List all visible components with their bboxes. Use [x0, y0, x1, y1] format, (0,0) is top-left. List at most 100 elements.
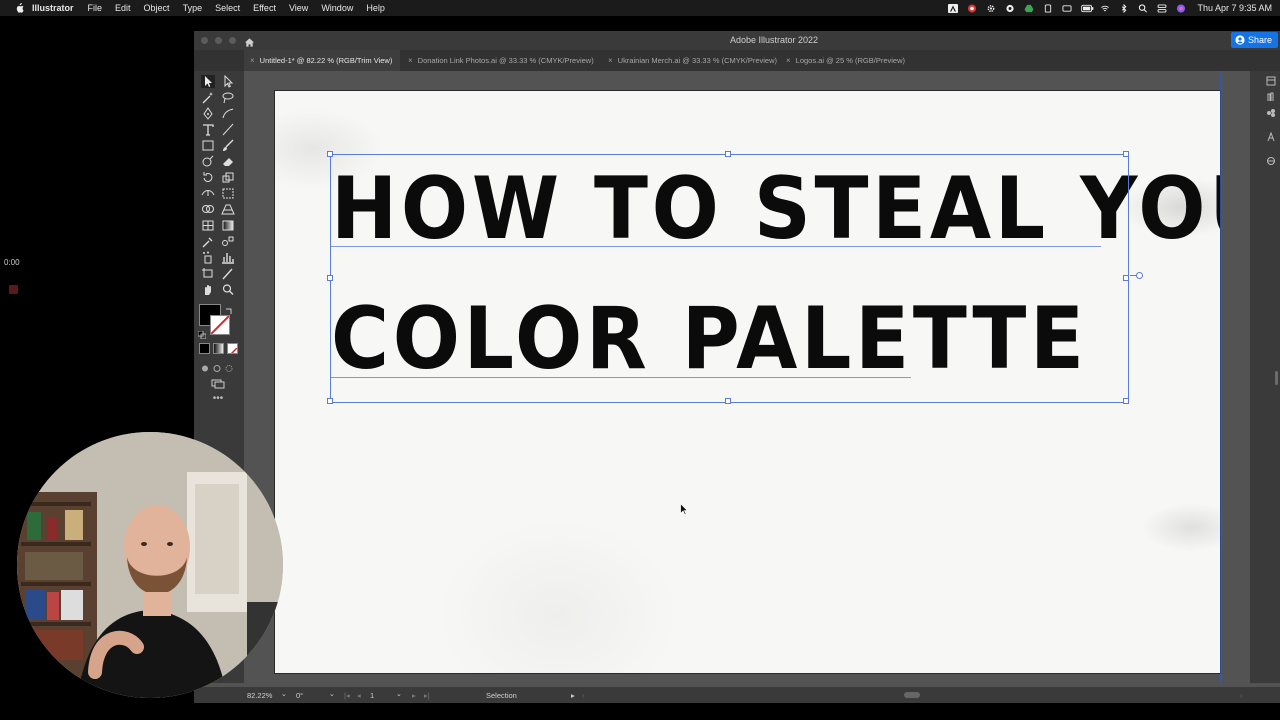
type-tool-icon[interactable] [201, 123, 215, 136]
tab-ukrainian-merch[interactable]: × Ukrainian Merch.ai @ 33.33 % (CMYK/Pre… [602, 50, 782, 71]
bbox-handle-bottom-center[interactable] [725, 398, 731, 404]
tab-close-icon[interactable]: × [786, 56, 791, 65]
line-segment-tool-icon[interactable] [221, 123, 235, 136]
eyedropper-tool-icon[interactable] [201, 235, 215, 248]
artboard-tool-icon[interactable] [201, 267, 215, 280]
menu-clock[interactable]: Thu Apr 7 9:35 AM [1197, 3, 1272, 13]
recording-icon[interactable] [967, 3, 977, 13]
title-bar[interactable]: Adobe Illustrator 2022 Share [194, 31, 1280, 50]
perspective-grid-tool-icon[interactable] [221, 203, 235, 216]
tab-close-icon[interactable]: × [408, 56, 413, 65]
search-icon[interactable] [1138, 3, 1148, 13]
menu-view[interactable]: View [289, 3, 308, 13]
hand-tool-icon[interactable] [201, 283, 215, 296]
character-panel-icon[interactable] [1266, 129, 1276, 142]
shape-builder-tool-icon[interactable] [201, 203, 215, 216]
menu-select[interactable]: Select [215, 3, 240, 13]
bbox-handle-bottom-left[interactable] [327, 398, 333, 404]
width-tool-icon[interactable] [201, 187, 215, 200]
bluetooth-icon[interactable] [1119, 3, 1129, 13]
tab-close-icon[interactable]: × [250, 56, 255, 65]
default-fill-stroke-icon[interactable] [197, 326, 207, 340]
tab-untitled-1[interactable]: × Untitled-1* @ 82.22 % (RGB/Trim View) [244, 50, 400, 71]
text-threading-handle[interactable] [1136, 272, 1143, 279]
gradient-tool-icon[interactable] [221, 219, 235, 232]
rotation-field[interactable]: 0° [296, 691, 303, 700]
magic-wand-tool-icon[interactable] [201, 91, 215, 104]
menu-help[interactable]: Help [366, 3, 385, 13]
slice-tool-icon[interactable] [221, 267, 235, 280]
next-artboard-icon[interactable]: ▸ [412, 691, 416, 700]
zoom-level-field[interactable]: 82.22% [247, 691, 272, 700]
artboard[interactable]: HOW TO STEAL YOUR COLOR PALETTE [274, 90, 1221, 674]
menu-edit[interactable]: Edit [115, 3, 131, 13]
wifi-icon[interactable] [1100, 4, 1110, 13]
menu-effect[interactable]: Effect [253, 3, 276, 13]
menu-app-name[interactable]: Illustrator [32, 3, 74, 13]
rectangle-tool-icon[interactable] [201, 139, 215, 152]
artboard-number-field[interactable]: 1 [370, 691, 374, 700]
horizontal-scroll-left-icon[interactable]: ‹ [582, 691, 585, 700]
bbox-handle-middle-right[interactable] [1123, 275, 1129, 281]
bbox-handle-middle-left[interactable] [327, 275, 333, 281]
battery-icon[interactable] [1081, 4, 1094, 13]
color-mode-icon[interactable] [199, 343, 210, 354]
free-transform-tool-icon[interactable] [221, 187, 235, 200]
adobe-cc-icon[interactable] [948, 3, 959, 13]
symbols-panel-icon[interactable] [1266, 105, 1276, 117]
first-artboard-icon[interactable]: |◂ [344, 691, 350, 700]
bbox-handle-top-left[interactable] [327, 151, 333, 157]
none-mode-icon[interactable] [227, 343, 238, 354]
rotate-tool-icon[interactable] [201, 171, 215, 184]
lasso-tool-icon[interactable] [221, 91, 235, 104]
selection-tool-icon[interactable] [201, 75, 215, 88]
mesh-tool-icon[interactable] [201, 219, 215, 232]
control-center-icon[interactable] [1157, 3, 1167, 13]
gradient-mode-icon[interactable] [213, 343, 224, 354]
menu-window[interactable]: Window [321, 3, 353, 13]
record-stop-icon[interactable] [9, 285, 18, 294]
properties-panel-icon[interactable] [1266, 73, 1276, 86]
menu-object[interactable]: Object [144, 3, 170, 13]
siri-icon[interactable] [1176, 3, 1186, 13]
draw-mode-icon[interactable] [201, 360, 235, 372]
tab-donation-link-photos[interactable]: × Donation Link Photos.ai @ 33.33 % (CMY… [402, 50, 602, 71]
curvature-tool-icon[interactable] [221, 107, 235, 120]
vertical-scrollbar[interactable] [1275, 371, 1278, 385]
direct-selection-tool-icon[interactable] [221, 75, 235, 88]
clipboard-icon[interactable] [1043, 3, 1053, 13]
scale-tool-icon[interactable] [221, 171, 235, 184]
libraries-panel-icon[interactable] [1266, 89, 1276, 101]
bbox-handle-bottom-right[interactable] [1123, 398, 1129, 404]
horizontal-scroll-right-icon[interactable]: › [1240, 691, 1243, 700]
previous-artboard-icon[interactable]: ◂ [357, 691, 361, 700]
edit-toolbar-icon[interactable]: ••• [211, 394, 225, 404]
gear-icon[interactable] [986, 4, 996, 13]
selection-bounding-box[interactable] [330, 154, 1129, 403]
tab-logos[interactable]: × Logos.ai @ 25 % (RGB/Preview) [780, 50, 920, 71]
symbol-sprayer-tool-icon[interactable] [201, 251, 215, 264]
share-button[interactable]: Share [1230, 32, 1278, 48]
eraser-tool-icon[interactable] [221, 155, 235, 168]
apple-icon[interactable] [12, 2, 26, 14]
chat-icon[interactable] [1005, 4, 1015, 13]
status-menu-arrow-icon[interactable]: ▸ [571, 691, 575, 700]
menu-type[interactable]: Type [183, 3, 203, 13]
drive-icon[interactable] [1024, 4, 1034, 13]
artboard-dropdown-icon[interactable]: ⌄ [396, 690, 402, 698]
paintbrush-tool-icon[interactable] [221, 139, 235, 152]
shaper-tool-icon[interactable] [201, 155, 215, 168]
canvas-area[interactable]: HOW TO STEAL YOUR COLOR PALETTE [244, 71, 1250, 683]
bbox-handle-top-right[interactable] [1123, 151, 1129, 157]
zoom-tool-icon[interactable] [221, 283, 235, 296]
column-graph-tool-icon[interactable] [221, 251, 235, 264]
tab-close-icon[interactable]: × [608, 56, 613, 65]
keyboard-icon[interactable] [1062, 4, 1072, 13]
zoom-dropdown-icon[interactable]: ⌄ [281, 690, 287, 698]
blend-tool-icon[interactable] [221, 235, 235, 248]
last-artboard-icon[interactable]: ▸| [424, 691, 430, 700]
menu-file[interactable]: File [88, 3, 103, 13]
bbox-handle-top-center[interactable] [725, 151, 731, 157]
swap-fill-stroke-icon[interactable] [225, 302, 233, 314]
screen-mode-icon[interactable] [211, 376, 225, 389]
